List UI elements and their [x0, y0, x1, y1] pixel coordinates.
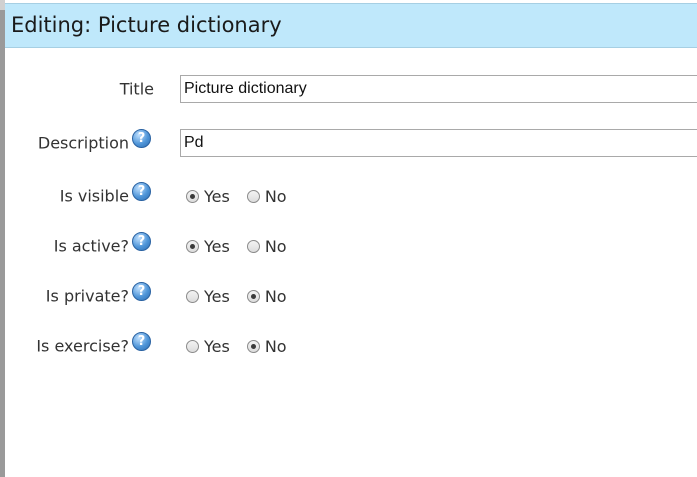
is-exercise-radio-group: Yes No	[186, 335, 287, 357]
is-private-yes-label[interactable]: Yes	[204, 287, 230, 306]
is-active-no-label[interactable]: No	[265, 237, 287, 256]
is-active-yes-label[interactable]: Yes	[204, 237, 230, 256]
form-row-is-private: Is private? ? Yes No	[5, 281, 697, 311]
is-visible-no-label[interactable]: No	[265, 187, 287, 206]
help-icon[interactable]: ?	[132, 182, 151, 201]
is-active-yes-radio[interactable]	[186, 239, 199, 253]
page-header: Editing: Picture dictionary	[5, 3, 697, 48]
is-exercise-no-radio[interactable]	[246, 339, 260, 353]
is-visible-yes-label[interactable]: Yes	[204, 187, 230, 206]
help-icon[interactable]: ?	[132, 232, 151, 251]
is-active-no-radio[interactable]	[246, 239, 260, 253]
form-row-is-active: Is active? ? Yes No	[5, 231, 697, 261]
is-private-radio-group: Yes No	[186, 285, 287, 307]
description-label: Description	[37, 133, 129, 153]
is-private-no-radio[interactable]	[246, 289, 260, 303]
is-exercise-yes-label[interactable]: Yes	[204, 337, 230, 356]
page-title: Editing: Picture dictionary	[11, 13, 282, 37]
form-row-description: Description ?	[5, 128, 697, 158]
is-exercise-label: Is exercise?	[36, 336, 129, 356]
description-input[interactable]	[180, 129, 697, 157]
form-row-is-visible: Is visible ? Yes No	[5, 181, 697, 211]
title-input[interactable]	[180, 75, 697, 103]
title-label: Title	[119, 79, 154, 99]
help-icon[interactable]: ?	[132, 129, 151, 148]
is-active-radio-group: Yes No	[186, 235, 287, 257]
help-icon[interactable]: ?	[132, 332, 151, 351]
is-private-yes-radio[interactable]	[186, 289, 199, 303]
is-visible-label: Is visible	[59, 186, 129, 206]
form-row-title: Title	[5, 74, 697, 104]
is-visible-yes-radio[interactable]	[186, 189, 199, 203]
is-private-label: Is private?	[45, 286, 129, 306]
help-icon[interactable]: ?	[132, 282, 151, 301]
is-visible-radio-group: Yes No	[186, 185, 287, 207]
is-active-label: Is active?	[53, 236, 129, 256]
is-exercise-no-label[interactable]: No	[265, 337, 287, 356]
is-exercise-yes-radio[interactable]	[186, 339, 199, 353]
is-visible-no-radio[interactable]	[246, 189, 260, 203]
is-private-no-label[interactable]: No	[265, 287, 287, 306]
form-row-is-exercise: Is exercise? ? Yes No	[5, 331, 697, 361]
